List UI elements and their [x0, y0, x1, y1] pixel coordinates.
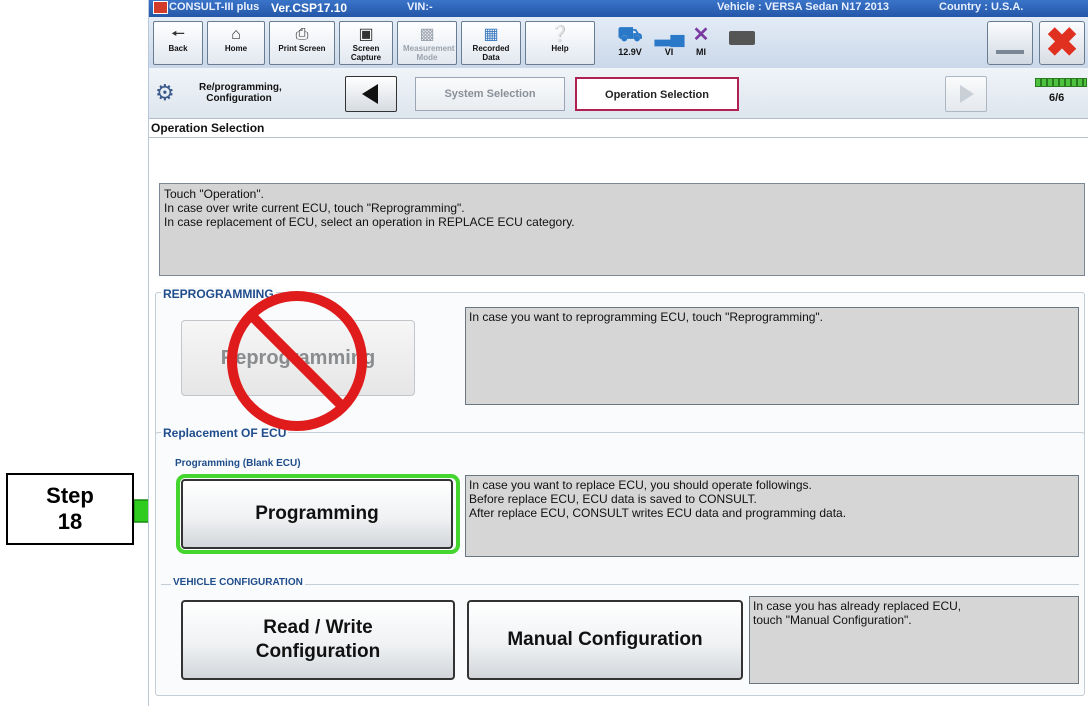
measurement-icon: ▩: [419, 26, 435, 43]
prohibited-icon: [227, 291, 367, 431]
title-bar: CONSULT-III plus Ver.CSP17.10 VIN:- Vehi…: [149, 0, 1088, 17]
instruction-line: Touch "Operation".: [164, 187, 264, 201]
car-icon: ⛟: [617, 24, 643, 46]
help-button[interactable]: ❔ Help: [525, 21, 595, 65]
instruction-line: In case replacement of ECU, select an op…: [164, 215, 575, 229]
recorded-data-button[interactable]: ▦ Recorded Data: [461, 21, 521, 65]
home-icon: ⌂: [231, 26, 241, 43]
app-name: CONSULT-III plus: [169, 1, 260, 13]
step-label: Step: [46, 483, 94, 508]
vin-label: VIN:-: [407, 1, 433, 13]
progress-indicator: 6/6: [1027, 76, 1088, 112]
camera-icon: ▣: [358, 26, 374, 43]
vehicle-label: Vehicle : VERSA Sedan N17 2013: [717, 1, 890, 13]
manual-configuration-button[interactable]: Manual Configuration: [467, 600, 743, 680]
close-icon: ✖: [1045, 21, 1079, 65]
battery-voltage-indicator: ⛟ 12.9V: [613, 23, 647, 57]
home-button[interactable]: ⌂ Home: [207, 21, 265, 65]
section-label: Re/programming, Configuration: [199, 82, 282, 104]
print-screen-button[interactable]: ⎙ Print Screen: [269, 21, 335, 65]
disconnected-x-icon: ✕: [692, 24, 710, 46]
vi-indicator: ▂▄ VI: [655, 24, 685, 57]
programming-subtitle: Programming (Blank ECU): [175, 458, 301, 469]
country-label: Country : U.S.A.: [939, 1, 1024, 13]
instruction-line: In case over write current ECU, touch "R…: [164, 201, 465, 215]
nav-forward-button[interactable]: [945, 76, 987, 112]
vehicle-config-title: VEHICLE CONFIGURATION: [171, 577, 305, 588]
step-number: 18: [57, 509, 83, 534]
battery-status-icon: [729, 31, 755, 45]
navigation-bar: ⚙ Re/programming, Configuration System S…: [149, 68, 1088, 119]
back-button[interactable]: 🠔 Back: [153, 21, 203, 65]
measurement-mode-button[interactable]: ▩ Measurement Mode: [397, 21, 457, 65]
read-write-configuration-button[interactable]: Read / Write Configuration: [181, 600, 455, 680]
close-button[interactable]: ✖: [1039, 21, 1085, 65]
help-icon: ❔: [550, 26, 570, 43]
back-arrow-icon: 🠔: [170, 26, 185, 43]
minimize-button[interactable]: [987, 21, 1033, 65]
crumb-operation-selection[interactable]: Operation Selection: [575, 77, 739, 111]
manual-configuration-description: In case you has already replaced ECU, to…: [749, 596, 1079, 684]
page-title: Operation Selection: [151, 121, 265, 135]
crumb-system-selection[interactable]: System Selection: [415, 77, 565, 111]
printer-icon: ⎙: [295, 26, 309, 43]
reprogramming-description: In case you want to reprogramming ECU, t…: [465, 307, 1079, 405]
step-callout: Step 18: [6, 473, 134, 545]
screen-capture-button[interactable]: ▣ Screen Capture: [339, 21, 393, 65]
reprogramming-icon: ⚙: [155, 80, 175, 105]
recorded-data-icon: ▦: [483, 26, 499, 43]
programming-highlight: [176, 474, 460, 554]
progress-bar: [1035, 78, 1087, 87]
programming-description: In case you want to replace ECU, you sho…: [465, 475, 1079, 557]
progress-text: 6/6: [1049, 92, 1065, 104]
divider: [149, 137, 1088, 138]
instruction-panel: Touch "Operation". In case over write cu…: [159, 183, 1085, 276]
mi-indicator: ✕ MI: [687, 23, 715, 57]
app-logo-icon: [153, 1, 168, 14]
app-version: Ver.CSP17.10: [271, 1, 348, 15]
signal-icon: ▂▄: [655, 24, 685, 46]
nav-back-button[interactable]: [345, 76, 397, 112]
